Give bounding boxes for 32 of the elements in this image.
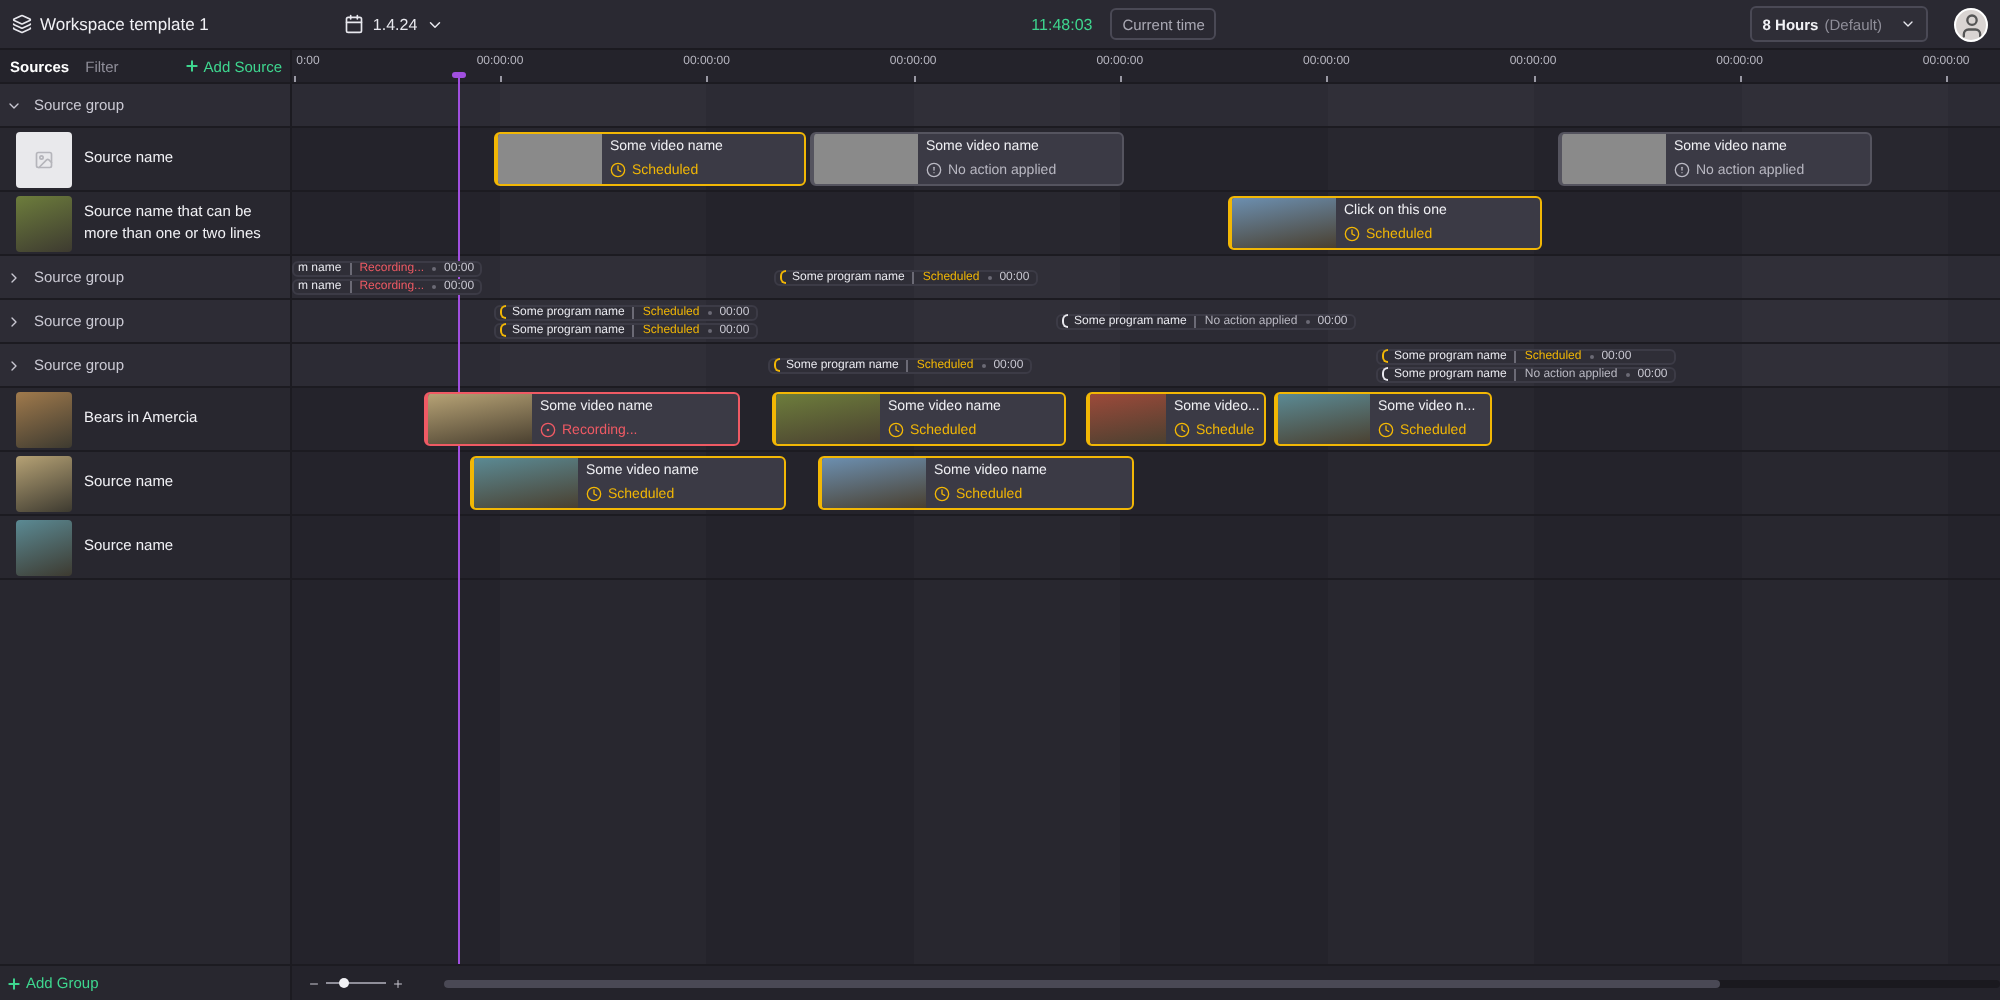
zoom-in-icon[interactable] [392, 977, 404, 989]
clock-icon [888, 422, 904, 438]
bracket-icon [1062, 314, 1068, 328]
chevron-right-icon[interactable] [6, 269, 22, 285]
scrollbar-thumb[interactable] [444, 979, 1720, 987]
chevron-right-icon[interactable] [6, 313, 22, 329]
chevron-right-icon[interactable] [6, 357, 22, 373]
clock-time: 11:48:03 [1031, 15, 1093, 33]
playhead-line[interactable] [458, 74, 460, 964]
chevron-down-icon [1900, 16, 1916, 32]
clock-icon [1378, 422, 1394, 438]
bracket-icon [780, 270, 786, 284]
clock-icon [1344, 226, 1360, 242]
plus-icon [183, 58, 200, 74]
clock-icon [1174, 422, 1190, 438]
plus-icon [6, 975, 22, 991]
workspace-title: Workspace template 1 [40, 14, 209, 34]
horizontal-scrollbar[interactable] [444, 979, 2000, 987]
alert-icon [1674, 162, 1690, 178]
bracket-icon [774, 358, 780, 372]
playhead-handle[interactable] [452, 72, 466, 78]
avatar[interactable] [1954, 7, 1988, 41]
version-label: 1.4.24 [372, 15, 418, 33]
record-icon [540, 422, 556, 438]
zoom-out-icon[interactable] [308, 977, 320, 989]
stack-icon [12, 14, 32, 34]
alert-icon [926, 162, 942, 178]
calendar-icon[interactable] [344, 14, 365, 34]
clock-icon [610, 162, 626, 178]
clock-icon [934, 486, 950, 502]
clock-icon [586, 486, 602, 502]
slider-thumb[interactable] [339, 978, 349, 988]
